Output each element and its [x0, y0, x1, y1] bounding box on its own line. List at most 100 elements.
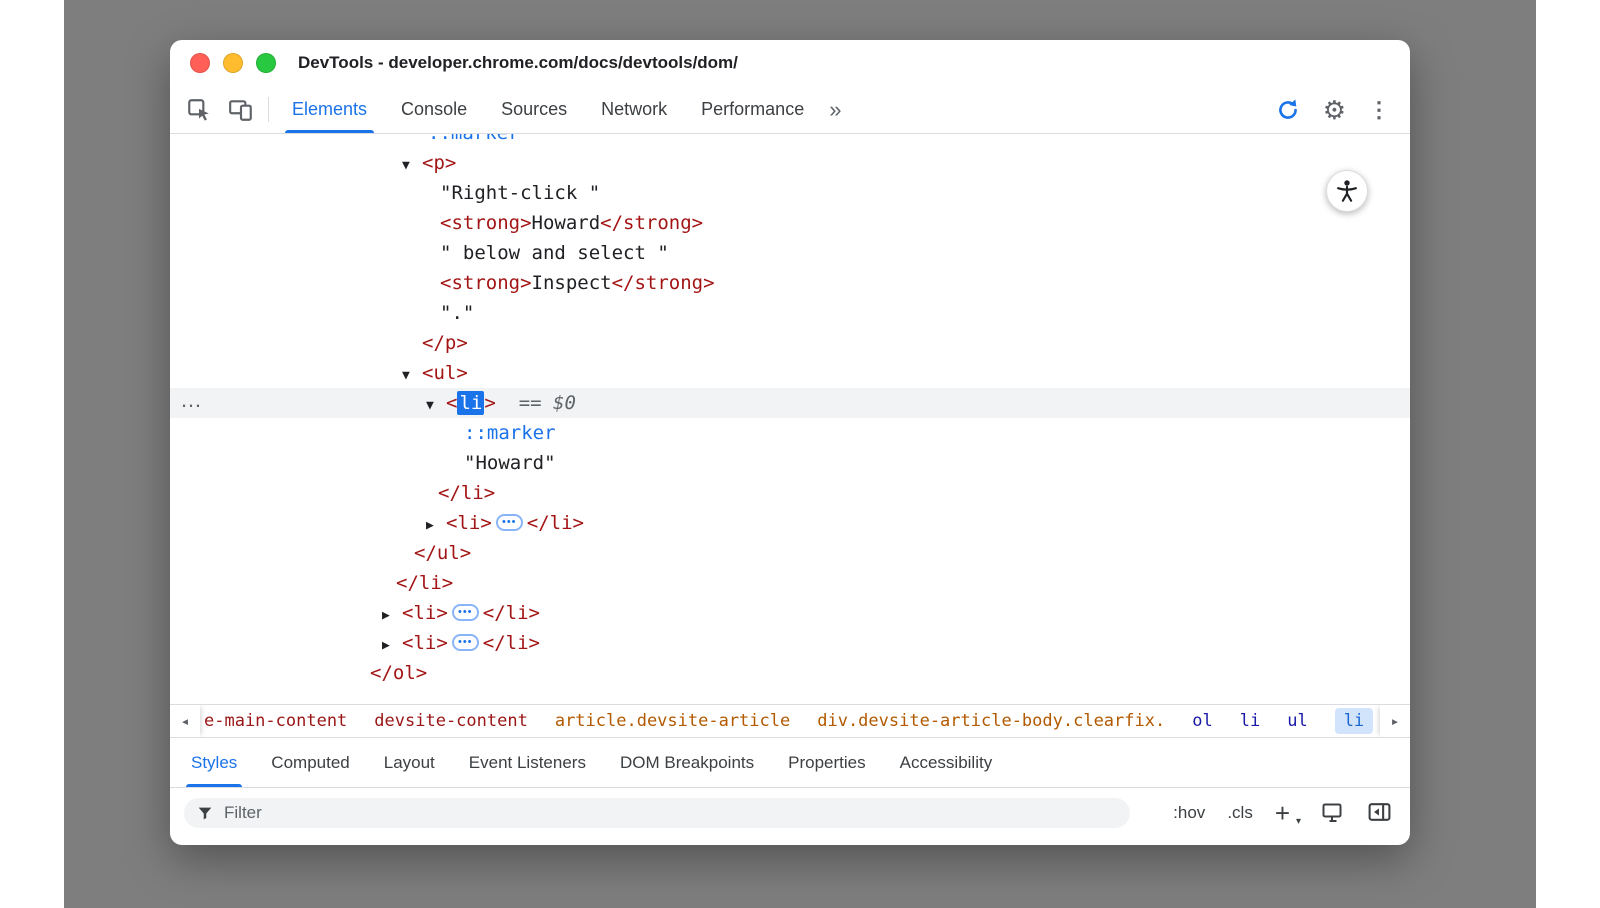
code-token: </li>: [396, 572, 453, 594]
code-token: </li>: [483, 632, 540, 654]
code-token: <li>: [402, 602, 448, 624]
disclosure-triangle-icon[interactable]: ▶: [426, 511, 446, 541]
dom-tree-node[interactable]: ▶<li>•••</li>: [170, 628, 1410, 658]
breadcrumb: e-main-content devsite-content article.dev…: [204, 708, 1373, 734]
device-toolbar-icon[interactable]: [228, 97, 254, 123]
code-token: Howard: [532, 212, 601, 234]
zoom-button[interactable]: [256, 53, 276, 73]
sidebar-toggle-icon[interactable]: [1367, 800, 1392, 825]
dom-tree: ::marker▼<p>"Right-click "<strong>Howard…: [170, 134, 1410, 704]
breadcrumb-scroll-right-icon[interactable]: ▸: [1380, 705, 1410, 737]
disclosure-triangle-icon[interactable]: ▶: [382, 601, 402, 631]
tab-elements[interactable]: Elements: [275, 86, 384, 133]
styles-filter-bar: :hov .cls + ▾: [170, 788, 1410, 845]
breadcrumb-item[interactable]: li: [1240, 711, 1260, 731]
code-token: ".": [440, 302, 474, 324]
code-token: </strong>: [612, 272, 715, 294]
code-token: </ul>: [414, 542, 471, 564]
breadcrumb-bar: ◂ e-main-content devsite-content article.d…: [170, 704, 1410, 738]
code-token: " below and select ": [440, 242, 669, 264]
dom-tree-node[interactable]: " below and select ": [170, 238, 1410, 268]
code-token: </ol>: [370, 662, 427, 684]
dom-tree-node[interactable]: ::marker: [170, 418, 1410, 448]
tab-console[interactable]: Console: [384, 86, 484, 133]
breadcrumb-item[interactable]: ol: [1192, 711, 1212, 731]
window-title: DevTools - developer.chrome.com/docs/dev…: [298, 53, 738, 73]
dom-tree-node[interactable]: <strong>Inspect</strong>: [170, 268, 1410, 298]
breadcrumb-item[interactable]: ul: [1287, 711, 1307, 731]
tab-event-listeners[interactable]: Event Listeners: [452, 738, 603, 787]
more-tabs-chevron-icon[interactable]: »: [821, 86, 849, 133]
tab-properties[interactable]: Properties: [771, 738, 882, 787]
code-token: </li>: [483, 602, 540, 624]
filter-funnel-icon: [196, 804, 214, 822]
new-style-rule-button[interactable]: + ▾: [1275, 800, 1299, 826]
kebab-menu-icon[interactable]: ⋮: [1368, 99, 1390, 121]
dom-tree-node[interactable]: "Howard": [170, 448, 1410, 478]
collapsed-content-icon[interactable]: •••: [452, 634, 479, 651]
code-token: <li>: [446, 512, 492, 534]
panel-tabs: ElementsConsoleSourcesNetworkPerformance: [275, 86, 821, 133]
disclosure-triangle-icon[interactable]: ▼: [402, 151, 422, 181]
dom-tree-node[interactable]: ▶<li>•••</li>: [170, 508, 1410, 538]
dom-tree-node[interactable]: </ul>: [170, 538, 1410, 568]
tab-computed[interactable]: Computed: [254, 738, 366, 787]
filter-field[interactable]: [184, 798, 1130, 828]
code-token: "Howard": [464, 452, 556, 474]
breadcrumb-item[interactable]: div.devsite-article-body.clearfix.: [817, 711, 1165, 731]
breadcrumb-item[interactable]: e-main-content: [204, 711, 347, 731]
code-token: Inspect: [532, 272, 612, 294]
dom-tree-node[interactable]: …▼<li> == $0: [170, 388, 1410, 418]
disclosure-triangle-icon[interactable]: ▼: [426, 391, 446, 421]
collapsed-content-icon[interactable]: •••: [452, 604, 479, 621]
dom-tree-node[interactable]: </li>: [170, 568, 1410, 598]
dom-tree-node[interactable]: </p>: [170, 328, 1410, 358]
inspect-icon[interactable]: [186, 97, 212, 123]
breadcrumb-item[interactable]: article.devsite-article: [555, 711, 790, 731]
disclosure-triangle-icon[interactable]: ▼: [402, 361, 422, 391]
code-token: [542, 392, 553, 414]
sidebar-tabs: StylesComputedLayoutEvent ListenersDOM B…: [170, 738, 1410, 788]
tab-performance[interactable]: Performance: [684, 86, 821, 133]
tab-dom-breakpoints[interactable]: DOM Breakpoints: [603, 738, 771, 787]
dom-tree-node[interactable]: "Right-click ": [170, 178, 1410, 208]
breadcrumb-item[interactable]: li: [1335, 708, 1373, 734]
dom-tree-node[interactable]: ▼<ul>: [170, 358, 1410, 388]
filter-input[interactable]: [224, 803, 1118, 823]
code-token: >: [484, 392, 495, 414]
tab-accessibility[interactable]: Accessibility: [883, 738, 1010, 787]
node-menu-icon[interactable]: …: [180, 385, 203, 415]
tab-styles[interactable]: Styles: [174, 738, 254, 787]
display-icon[interactable]: [1321, 801, 1345, 825]
code-token: </strong>: [600, 212, 703, 234]
divider: [268, 97, 269, 122]
code-token: ::marker: [428, 134, 520, 144]
element-classes-button[interactable]: .cls: [1227, 803, 1253, 823]
traffic-lights: [190, 53, 276, 73]
dom-tree-node[interactable]: ▼<p>: [170, 148, 1410, 178]
tab-network[interactable]: Network: [584, 86, 684, 133]
minimize-button[interactable]: [223, 53, 243, 73]
tab-layout[interactable]: Layout: [367, 738, 452, 787]
dom-tree-node[interactable]: ▶<li>•••</li>: [170, 598, 1410, 628]
breadcrumb-item[interactable]: devsite-content: [374, 711, 528, 731]
code-token: "Right-click ": [440, 182, 600, 204]
dom-tree-node[interactable]: <strong>Howard</strong>: [170, 208, 1410, 238]
settings-gear-icon[interactable]: ⚙: [1323, 97, 1346, 123]
code-token: li: [457, 391, 484, 415]
sync-icon[interactable]: [1275, 97, 1301, 123]
dom-tree-node[interactable]: ::marker: [170, 134, 1410, 148]
dom-tree-node[interactable]: ".": [170, 298, 1410, 328]
close-button[interactable]: [190, 53, 210, 73]
breadcrumb-scroll-left-icon[interactable]: ◂: [170, 705, 200, 737]
collapsed-content-icon[interactable]: •••: [496, 514, 523, 531]
toggle-element-state-button[interactable]: :hov: [1173, 803, 1205, 823]
code-token: [496, 392, 519, 414]
code-token: </p>: [422, 332, 468, 354]
disclosure-triangle-icon[interactable]: ▶: [382, 631, 402, 661]
dom-tree-node[interactable]: </li>: [170, 478, 1410, 508]
caret-down-icon: ▾: [1296, 817, 1301, 827]
dom-tree-node[interactable]: </ol>: [170, 658, 1410, 688]
tab-sources[interactable]: Sources: [484, 86, 584, 133]
code-token: <: [446, 392, 457, 414]
